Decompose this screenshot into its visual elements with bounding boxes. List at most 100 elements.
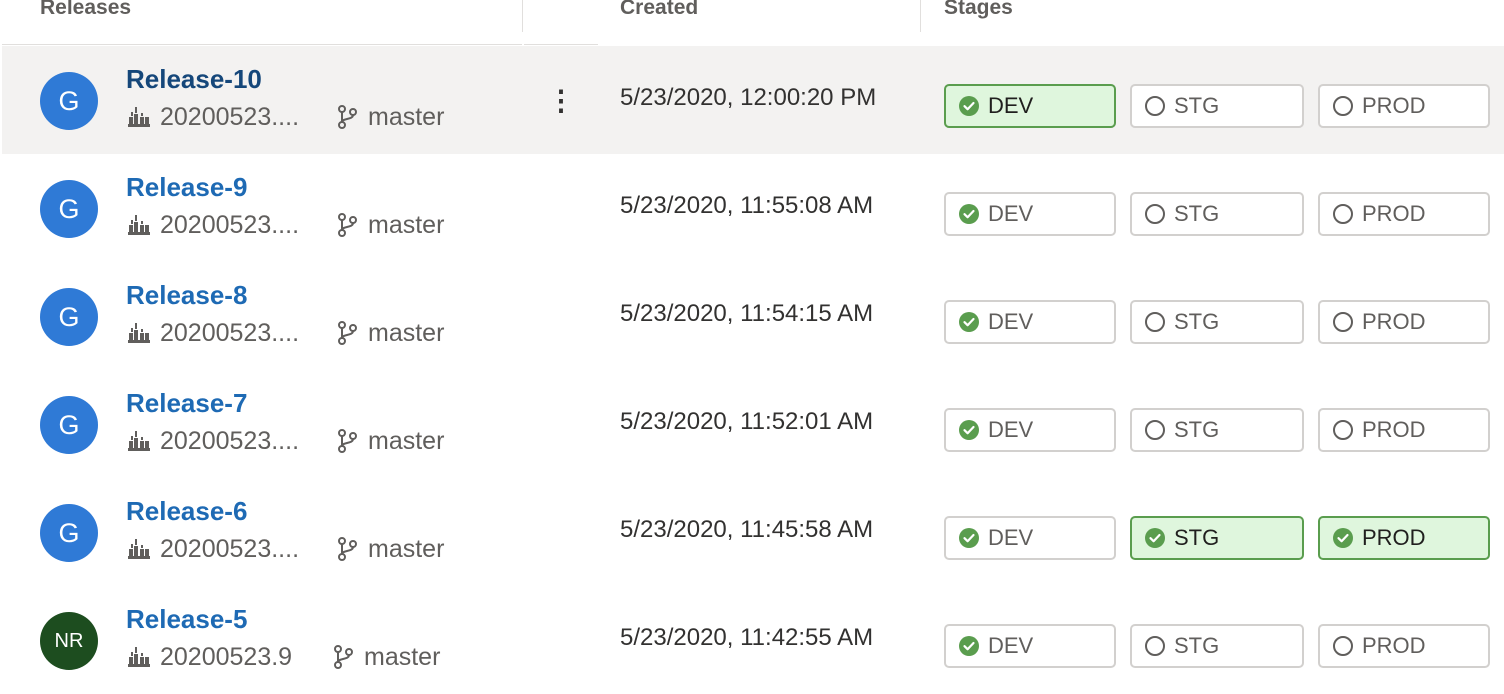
build-pipeline-icon (126, 320, 152, 346)
release-row[interactable]: NR Release-5 20200523.9 master 5/23/2020… (2, 586, 1504, 694)
avatar: NR (40, 612, 98, 670)
build-number[interactable]: 20200523.... (160, 103, 328, 132)
release-name-link[interactable]: Release-6 (126, 496, 247, 527)
avatar: G (40, 180, 98, 238)
stage-dev-button[interactable]: DEV (944, 408, 1116, 452)
empty-circle-icon (1332, 203, 1354, 225)
stage-stg-button[interactable]: STG (1130, 84, 1304, 128)
release-meta: 20200523.... master (126, 426, 444, 456)
empty-circle-icon (1144, 203, 1166, 225)
release-row[interactable]: G Release-10 20200523.... master 5/23/20… (2, 46, 1504, 154)
release-name-link[interactable]: Release-5 (126, 604, 247, 635)
created-date: 5/23/2020, 12:00:20 PM (620, 84, 877, 111)
stage-stg-button[interactable]: STG (1130, 624, 1304, 668)
build-pipeline-icon (126, 104, 152, 130)
check-circle-icon (958, 203, 980, 225)
empty-circle-icon (1144, 95, 1166, 117)
build-number[interactable]: 20200523.... (160, 211, 328, 240)
stage-label: PROD (1362, 201, 1426, 226)
release-meta: 20200523.... master (126, 102, 444, 132)
release-row[interactable]: G Release-8 20200523.... master 5/23/202… (2, 262, 1504, 370)
branch-name[interactable]: master (368, 319, 444, 348)
release-name-link[interactable]: Release-8 (126, 280, 247, 311)
stage-stg-button[interactable]: STG (1130, 516, 1304, 560)
column-header-releases[interactable]: Releases (40, 0, 131, 20)
stage-dev-button[interactable]: DEV (944, 624, 1116, 668)
stage-label: STG (1174, 525, 1220, 550)
stage-prod-button[interactable]: PROD (1318, 624, 1490, 668)
avatar: G (40, 396, 98, 454)
stage-dev-button[interactable]: DEV (944, 300, 1116, 344)
stage-prod-button[interactable]: PROD (1318, 192, 1490, 236)
check-circle-icon (958, 419, 980, 441)
column-divider[interactable] (920, 0, 921, 32)
avatar: G (40, 288, 98, 346)
stage-label: PROD (1362, 93, 1426, 118)
build-number[interactable]: 20200523.9 (160, 643, 324, 672)
empty-circle-icon (1144, 635, 1166, 657)
created-date: 5/23/2020, 11:52:01 AM (620, 408, 874, 435)
stage-label: DEV (988, 309, 1034, 334)
stage-prod-button[interactable]: PROD (1318, 84, 1490, 128)
branch-name[interactable]: master (364, 643, 440, 672)
header-underline (524, 44, 598, 45)
empty-circle-icon (1332, 311, 1354, 333)
release-name-link[interactable]: Release-7 (126, 388, 247, 419)
stage-label: STG (1174, 201, 1220, 226)
stage-dev-button[interactable]: DEV (944, 192, 1116, 236)
stage-label: STG (1174, 309, 1220, 334)
column-header-stages[interactable]: Stages (944, 0, 1013, 20)
release-row[interactable]: G Release-6 20200523.... master 5/23/202… (2, 478, 1504, 586)
check-circle-icon (958, 95, 980, 117)
stage-label: PROD (1362, 633, 1426, 658)
build-pipeline-icon (126, 428, 152, 454)
release-name-link[interactable]: Release-10 (126, 64, 262, 95)
stage-label: DEV (988, 201, 1034, 226)
stage-label: PROD (1362, 525, 1426, 550)
stage-label: PROD (1362, 309, 1426, 334)
empty-circle-icon (1332, 635, 1354, 657)
column-header-created[interactable]: Created (620, 0, 698, 20)
build-pipeline-icon (126, 536, 152, 562)
check-circle-icon (1144, 527, 1166, 549)
stage-prod-button[interactable]: PROD (1318, 408, 1490, 452)
release-meta: 20200523.9 master (126, 642, 440, 672)
branch-name[interactable]: master (368, 427, 444, 456)
branch-name[interactable]: master (368, 211, 444, 240)
build-number[interactable]: 20200523.... (160, 319, 328, 348)
stage-label: DEV (988, 93, 1034, 118)
stage-dev-button[interactable]: DEV (944, 516, 1116, 560)
stage-stg-button[interactable]: STG (1130, 408, 1304, 452)
stage-label: DEV (988, 525, 1034, 550)
release-row[interactable]: G Release-9 20200523.... master 5/23/202… (2, 154, 1504, 262)
stage-label: STG (1174, 93, 1220, 118)
empty-circle-icon (1332, 419, 1354, 441)
branch-name[interactable]: master (368, 103, 444, 132)
created-date: 5/23/2020, 11:54:15 AM (620, 300, 874, 327)
stage-prod-button[interactable]: PROD (1318, 516, 1490, 560)
git-branch-icon (334, 104, 360, 130)
more-actions-icon[interactable]: ⋮ (546, 82, 576, 118)
git-branch-icon (334, 428, 360, 454)
stage-dev-button[interactable]: DEV (944, 84, 1116, 128)
git-branch-icon (330, 644, 356, 670)
check-circle-icon (1332, 527, 1354, 549)
column-divider[interactable] (522, 0, 523, 32)
stage-label: STG (1174, 633, 1220, 658)
stage-label: DEV (988, 633, 1034, 658)
created-date: 5/23/2020, 11:45:58 AM (620, 516, 874, 543)
releases-table-header: Releases Created Stages (0, 0, 1504, 46)
stage-stg-button[interactable]: STG (1130, 300, 1304, 344)
avatar: G (40, 504, 98, 562)
build-number[interactable]: 20200523.... (160, 427, 328, 456)
empty-circle-icon (1144, 311, 1166, 333)
git-branch-icon (334, 212, 360, 238)
build-pipeline-icon (126, 212, 152, 238)
branch-name[interactable]: master (368, 535, 444, 564)
stage-stg-button[interactable]: STG (1130, 192, 1304, 236)
check-circle-icon (958, 311, 980, 333)
release-name-link[interactable]: Release-9 (126, 172, 247, 203)
build-number[interactable]: 20200523.... (160, 535, 328, 564)
release-row[interactable]: G Release-7 20200523.... master 5/23/202… (2, 370, 1504, 478)
stage-prod-button[interactable]: PROD (1318, 300, 1490, 344)
